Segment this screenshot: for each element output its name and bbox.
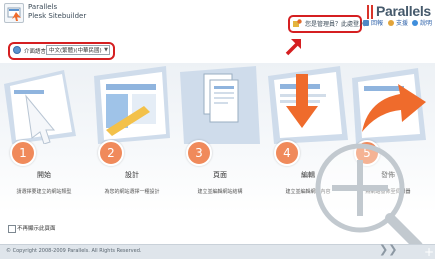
step-title: 設計 xyxy=(125,171,139,179)
step-description: 建立並編輯網站結構 xyxy=(197,189,243,195)
dont-show-label: 不再顯示此頁面 xyxy=(17,226,56,232)
step-card-start[interactable]: 1 開始 請選擇要建立的網站類型 xyxy=(4,66,84,206)
language-selector: 介面語言 中文(繁體)(中華民國) ▼ xyxy=(8,42,115,60)
copyright-text: © Copyright 2008-2009 Parallels. All Rig… xyxy=(6,248,142,254)
step-title: 頁面 xyxy=(213,171,227,179)
annotation-arrow-icon xyxy=(285,39,301,56)
brand-logo-icon xyxy=(367,5,375,19)
admin-icon xyxy=(293,19,302,27)
step-pages-illustration xyxy=(180,66,260,144)
zoom-magnifier-icon xyxy=(315,143,423,251)
step-design-illustration xyxy=(94,66,170,144)
report-icon xyxy=(363,20,369,26)
help-link[interactable]: 說明 xyxy=(412,18,432,27)
step-card-design[interactable]: 2 設計 為您的網站選擇一種設計 xyxy=(92,66,172,206)
step-number-badge: 2 xyxy=(98,140,124,166)
step-start-illustration xyxy=(4,70,76,144)
double-chevron-icon: ❯❯ xyxy=(379,243,398,256)
language-label: 介面語言 xyxy=(24,49,47,55)
step-card-pages[interactable]: 3 頁面 建立並編輯網站結構 xyxy=(180,66,260,206)
chevron-down-icon: ▼ xyxy=(104,47,108,53)
app-logo-icon xyxy=(4,3,24,23)
step-edit-illustration xyxy=(268,66,348,144)
app-name-line1: Parallels xyxy=(28,3,58,11)
step-description: 請選擇要建立的網站類型 xyxy=(16,189,72,195)
step-number-badge: 1 xyxy=(10,140,36,166)
language-selected-value: 中文(繁體)(中華民國) xyxy=(49,48,102,54)
step-number-badge: 4 xyxy=(274,140,300,166)
zoom-plus-icon: + xyxy=(424,245,435,259)
admin-login-label: 您是管理員？此處登入 xyxy=(305,21,366,28)
support-link[interactable]: 支援 xyxy=(388,18,408,27)
language-dropdown[interactable]: 中文(繁體)(中華民國) ▼ xyxy=(46,45,110,55)
admin-login-link[interactable]: 您是管理員？此處登入 xyxy=(288,15,366,33)
support-icon xyxy=(388,20,394,26)
step-description: 為您的網站選擇一種設計 xyxy=(104,189,160,195)
footer: © Copyright 2008-2009 Parallels. All Rig… xyxy=(0,243,435,259)
report-link-label: 回報 xyxy=(371,20,384,27)
help-link-label: 說明 xyxy=(420,20,433,27)
support-link-label: 支援 xyxy=(396,20,409,27)
step-number-badge: 3 xyxy=(186,140,212,166)
brand-logo: Parallels xyxy=(376,3,431,19)
globe-icon xyxy=(13,46,21,54)
report-link[interactable]: 回報 xyxy=(363,18,383,27)
app-name-line2: Plesk Sitebuilder xyxy=(28,12,87,20)
step-title: 開始 xyxy=(37,171,51,179)
dont-show-checkbox[interactable] xyxy=(8,225,16,233)
help-icon xyxy=(412,20,418,26)
app-name: Parallels Plesk Sitebuilder xyxy=(28,3,86,21)
step-publish-illustration xyxy=(352,68,426,144)
